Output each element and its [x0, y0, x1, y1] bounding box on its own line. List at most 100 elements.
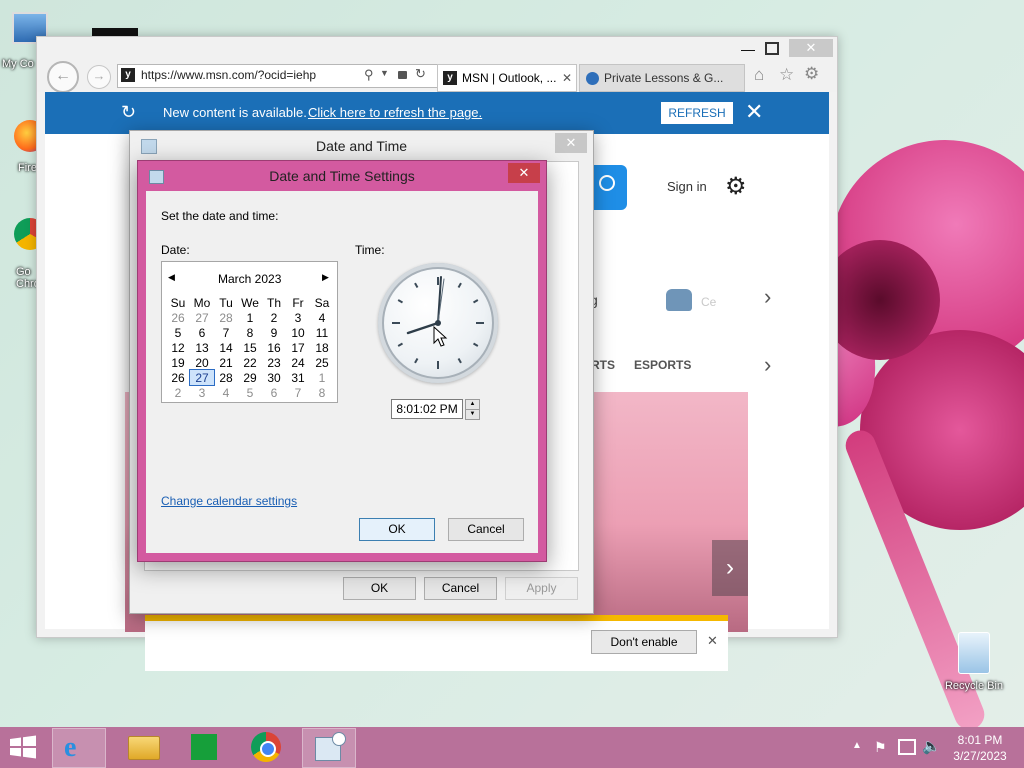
page-search-button[interactable]: [591, 165, 627, 210]
calendar-day[interactable]: 30: [262, 370, 286, 385]
calendar-day[interactable]: 7: [286, 385, 310, 400]
favorites-star-icon[interactable]: ☆: [779, 65, 794, 85]
lock-icon[interactable]: [398, 71, 407, 79]
apply-button[interactable]: Apply: [505, 577, 578, 600]
calendar-day[interactable]: 28: [214, 310, 238, 325]
calendar-day[interactable]: 13: [190, 340, 214, 355]
calendar-day[interactable]: 5: [238, 385, 262, 400]
ok-button[interactable]: OK: [343, 577, 416, 600]
back-button[interactable]: ←: [47, 61, 79, 93]
calendar-day[interactable]: 6: [190, 325, 214, 340]
address-url[interactable]: https://www.msn.com/?ocid=iehp: [141, 68, 316, 82]
calendar-day[interactable]: 18: [310, 340, 334, 355]
close-button[interactable]: ✕: [508, 163, 540, 183]
minimize-button[interactable]: —: [735, 41, 761, 57]
calendar-day[interactable]: 4: [310, 310, 334, 325]
calendar-day[interactable]: 2: [166, 385, 190, 400]
calendar-day[interactable]: 14: [214, 340, 238, 355]
calendar-day[interactable]: 4: [214, 385, 238, 400]
desktop-icon-recycle-bin[interactable]: Recycle Bin: [944, 632, 1004, 692]
calendar-day[interactable]: 21: [214, 355, 238, 370]
calendar-day[interactable]: 19: [166, 355, 190, 370]
calendar-month-title[interactable]: March 2023: [218, 272, 281, 286]
time-spinner[interactable]: 8:01:02 PM ▲ ▼: [391, 399, 480, 420]
calendar-day-selected[interactable]: 27: [189, 369, 215, 386]
time-value[interactable]: 8:01:02 PM: [396, 402, 457, 416]
search-icon[interactable]: ⚲: [364, 67, 374, 83]
calendar-day[interactable]: 3: [190, 385, 214, 400]
settings-gear-icon[interactable]: ⚙: [725, 172, 747, 201]
close-button[interactable]: ✕: [555, 133, 587, 153]
dropdown-icon[interactable]: ▼: [380, 68, 389, 78]
next-month-icon[interactable]: ▶: [322, 272, 329, 283]
spin-down-button[interactable]: ▼: [465, 409, 480, 420]
chevron-right-icon[interactable]: ›: [764, 284, 771, 310]
system-clock[interactable]: 8:01 PM 3/27/2023: [944, 732, 1016, 764]
cancel-button[interactable]: Cancel: [448, 518, 524, 541]
calendar-day[interactable]: 25: [310, 355, 334, 370]
close-button[interactable]: ✕: [789, 39, 833, 57]
calendar-day[interactable]: 26: [166, 310, 190, 325]
calendar-day[interactable]: 5: [166, 325, 190, 340]
start-button[interactable]: [8, 735, 40, 761]
chevron-right-icon[interactable]: ›: [764, 352, 771, 378]
refresh-icon[interactable]: ↻: [415, 66, 426, 82]
dont-enable-button[interactable]: Don't enable: [591, 630, 697, 654]
nav-item-sports[interactable]: RTS: [591, 358, 615, 372]
sign-in-link[interactable]: Sign in: [667, 179, 707, 194]
notification-close-icon[interactable]: ✕: [745, 99, 763, 125]
taskbar-store[interactable]: [178, 728, 230, 766]
calendar-day[interactable]: 12: [166, 340, 190, 355]
ok-button[interactable]: OK: [359, 518, 435, 541]
calendar-day[interactable]: 29: [238, 370, 262, 385]
home-icon[interactable]: ⌂: [754, 65, 764, 85]
tab-private-lessons[interactable]: Private Lessons & G...: [579, 64, 745, 92]
volume-muted-icon[interactable]: 🔈: [922, 737, 941, 755]
prev-month-icon[interactable]: ◀: [168, 272, 175, 283]
calendar-day[interactable]: 6: [262, 385, 286, 400]
tab-close-icon[interactable]: ✕: [562, 65, 572, 91]
taskbar-date-time[interactable]: [302, 728, 356, 768]
nav-item-esports[interactable]: ESPORTS: [634, 358, 691, 372]
address-bar[interactable]: y https://www.msn.com/?ocid=iehp ⚲ ▼ ↻: [117, 64, 469, 88]
calendar-day[interactable]: 28: [214, 370, 238, 385]
calendar-day[interactable]: 3: [286, 310, 310, 325]
show-hidden-icons-icon[interactable]: ▲: [852, 740, 862, 751]
calendar-day[interactable]: 16: [262, 340, 286, 355]
forward-button[interactable]: →: [87, 65, 111, 89]
cancel-button[interactable]: Cancel: [424, 577, 497, 600]
settings-gear-icon[interactable]: ⚙: [804, 64, 819, 84]
calendar-day[interactable]: 9: [262, 325, 286, 340]
calendar-day[interactable]: 11: [310, 325, 334, 340]
calendar-day[interactable]: 20: [190, 355, 214, 370]
change-calendar-settings-link[interactable]: Change calendar settings: [161, 494, 297, 508]
time-input[interactable]: 8:01:02 PM: [391, 399, 463, 419]
carousel-next-button[interactable]: ›: [712, 540, 748, 596]
calendar-day[interactable]: 1: [238, 310, 262, 325]
taskbar-chrome[interactable]: [240, 728, 292, 766]
calendar-day[interactable]: 8: [310, 385, 334, 400]
calendar-day[interactable]: 10: [286, 325, 310, 340]
calendar-day[interactable]: 15: [238, 340, 262, 355]
maximize-button[interactable]: [765, 42, 779, 55]
action-center-flag-icon[interactable]: ⚑: [874, 739, 888, 755]
calendar-day[interactable]: 24: [286, 355, 310, 370]
calendar-day[interactable]: 17: [286, 340, 310, 355]
notification-refresh-link[interactable]: Click here to refresh the page.: [308, 105, 482, 120]
calendar-day[interactable]: 26: [166, 370, 190, 385]
tab-msn[interactable]: y MSN | Outlook, ... ✕: [437, 64, 577, 92]
calendar-day[interactable]: 27: [190, 310, 214, 325]
taskbar-file-explorer[interactable]: [116, 728, 168, 766]
prompt-close-icon[interactable]: ✕: [707, 633, 718, 649]
month-calendar[interactable]: ◀ March 2023 ▶ Su Mo Tu We Th Fr Sa 26 2…: [161, 261, 338, 403]
calendar-day[interactable]: 23: [262, 355, 286, 370]
refresh-button[interactable]: REFRESH: [661, 102, 733, 124]
calendar-day[interactable]: 1: [310, 370, 334, 385]
taskbar-internet-explorer[interactable]: e: [52, 728, 106, 768]
calendar-day[interactable]: 8: [238, 325, 262, 340]
calendar-day[interactable]: 31: [286, 370, 310, 385]
calendar-day[interactable]: 7: [214, 325, 238, 340]
network-icon[interactable]: [898, 739, 916, 755]
calendar-day[interactable]: 22: [238, 355, 262, 370]
calendar-day[interactable]: 2: [262, 310, 286, 325]
